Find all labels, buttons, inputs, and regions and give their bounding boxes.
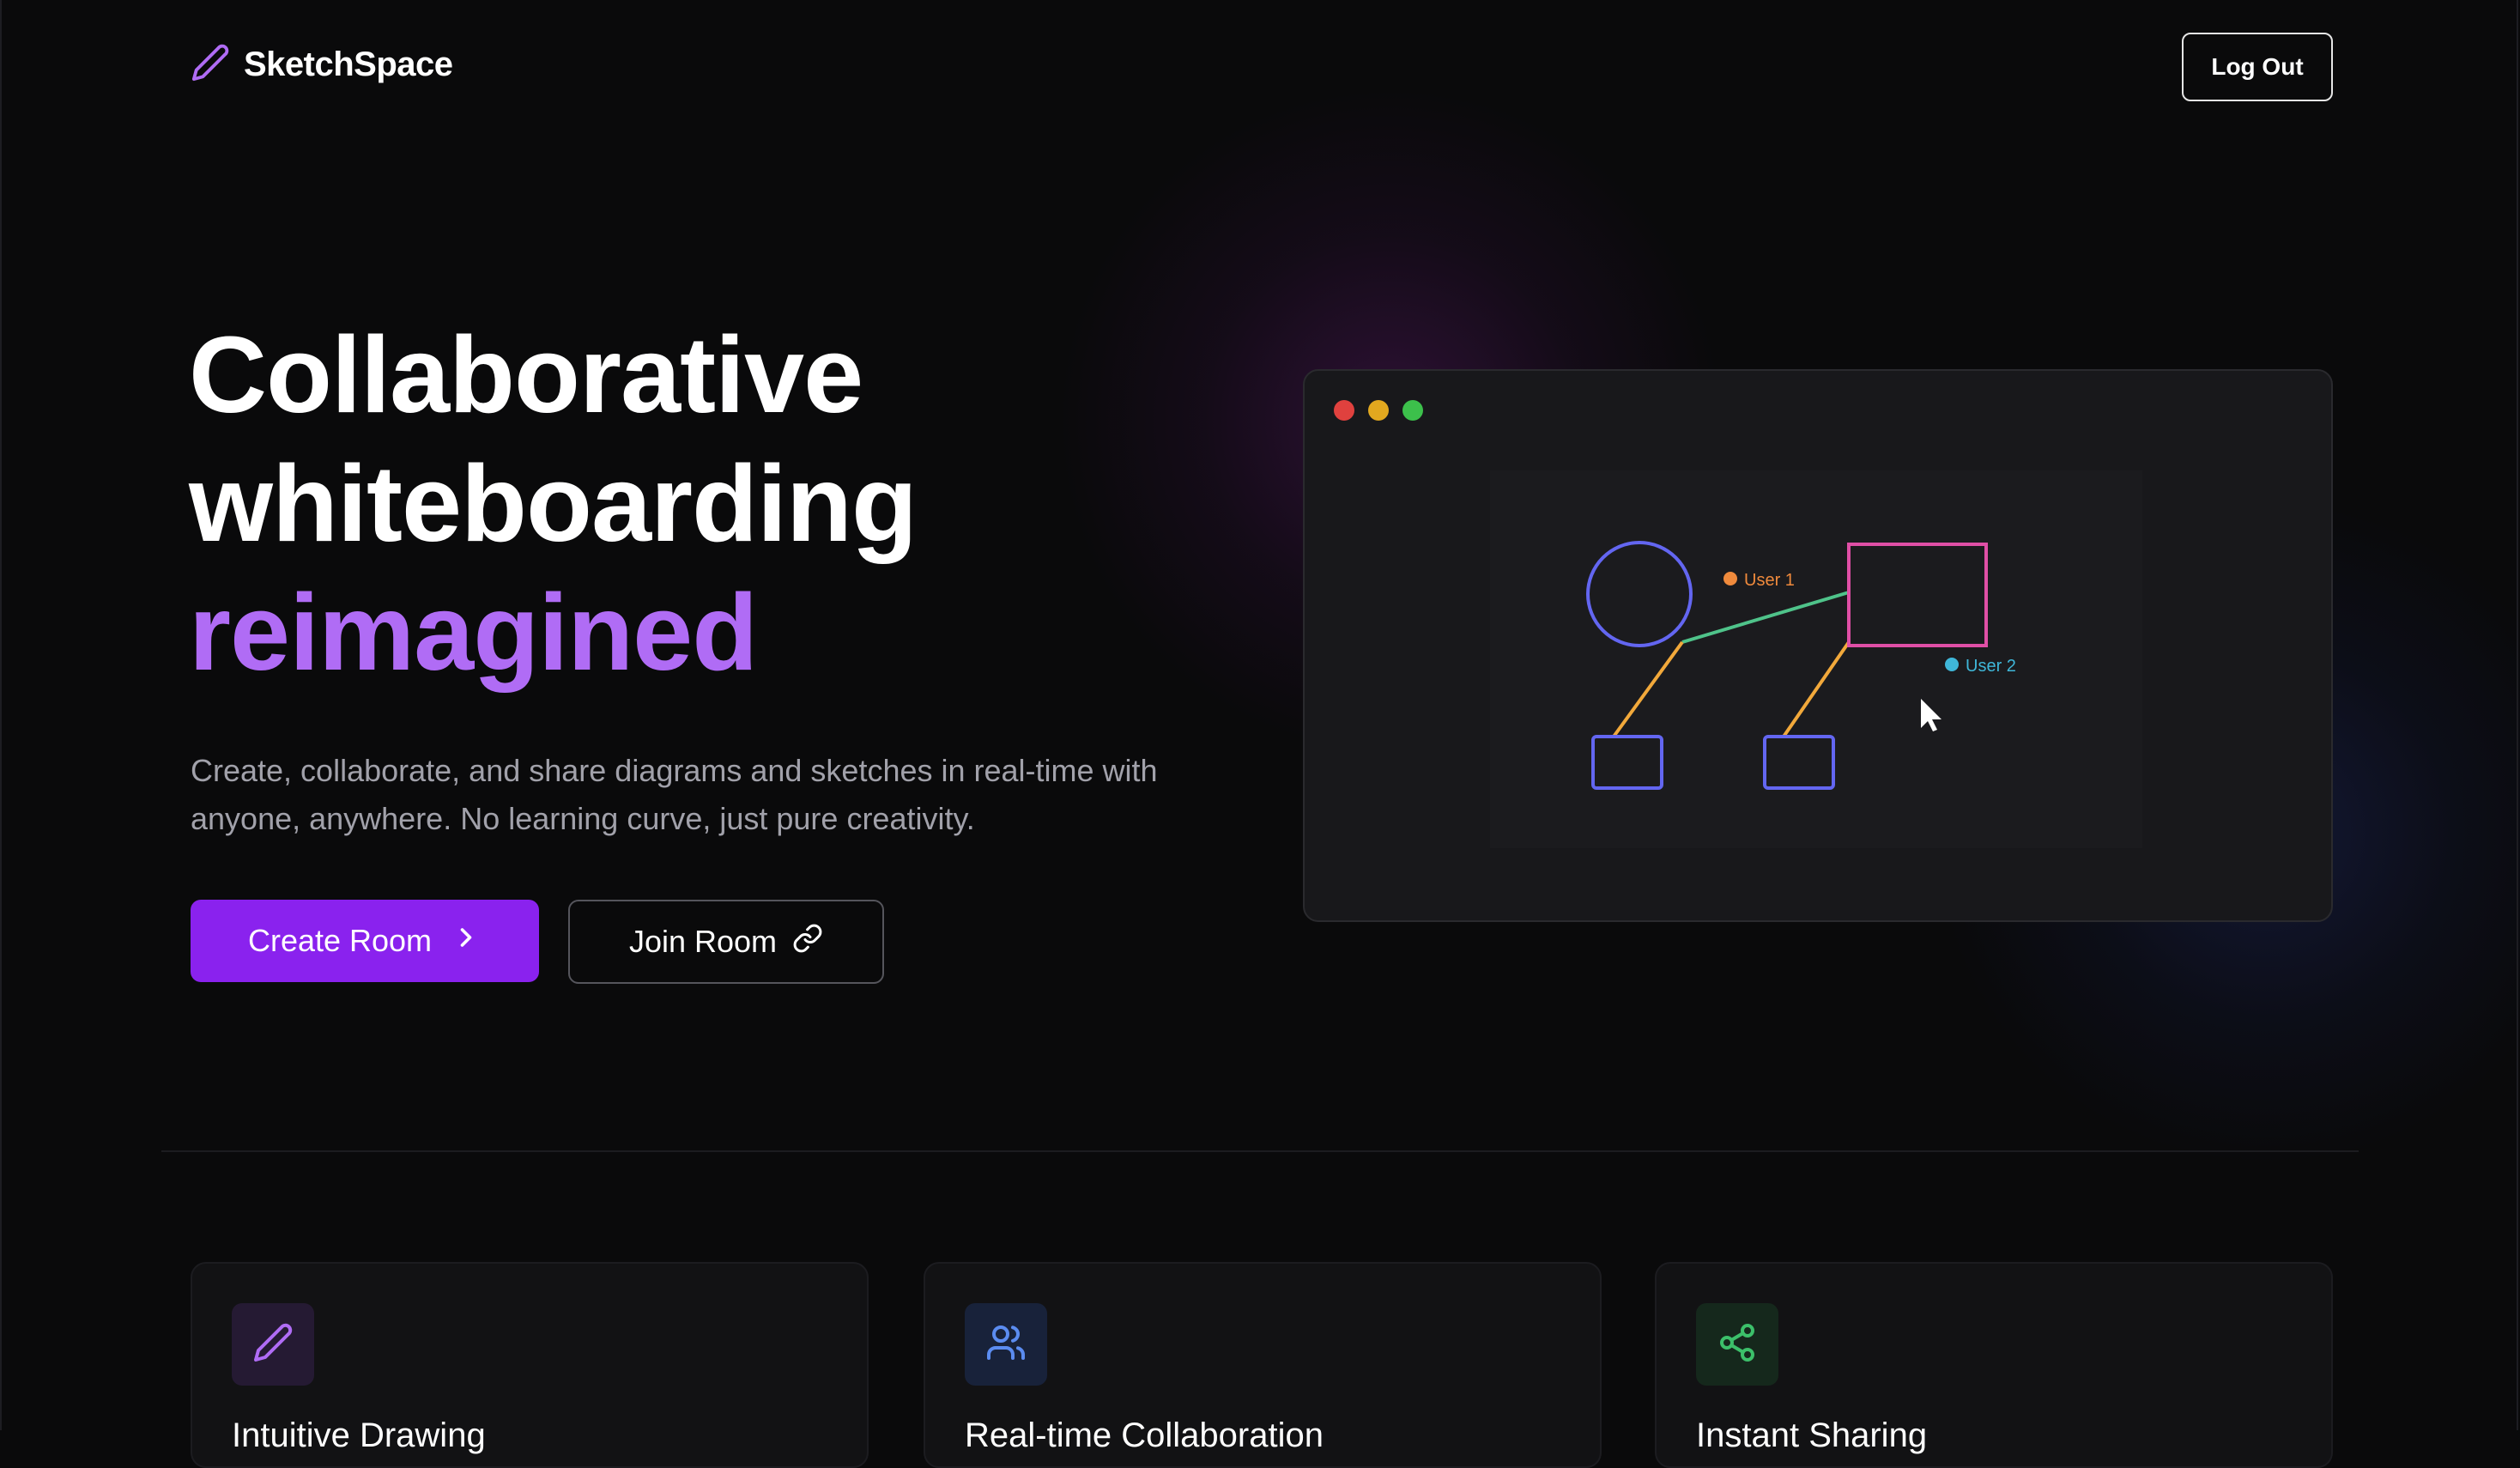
window-controls [1334,400,1423,421]
feature-card-sharing: Instant Sharing [1655,1262,2333,1468]
hero-subtitle: Create, collaborate, and share diagrams … [191,753,1158,836]
chevron-right-icon [451,922,482,961]
feature-card-collaboration: Real-time Collaboration [924,1262,1602,1468]
hero-title-line-2: whiteboarding [189,443,918,564]
logout-button[interactable]: Log Out [2182,33,2333,101]
feature-icon-box [965,1303,1047,1386]
pencil-icon [252,1322,294,1368]
close-dot [1334,400,1354,421]
rectangle-shape [1847,543,1988,647]
connector-line-left [1612,640,1684,738]
hero-title: Collaborative whiteboarding reimagined [189,311,918,697]
maximize-dot [1402,400,1423,421]
user2-cursor-dot [1945,658,1959,671]
users-icon [985,1322,1027,1368]
box-right [1763,735,1835,790]
hero-title-line-1: Collaborative [189,314,863,435]
section-divider [161,1150,2359,1152]
whiteboard-drawing: User 1 User 2 [1586,541,2016,790]
feature-title: Instant Sharing [1696,1416,1928,1454]
create-room-label: Create Room [247,923,433,958]
feature-title: Intuitive Drawing [232,1416,486,1454]
feature-icon-box [232,1303,314,1386]
link-icon [792,923,823,961]
brand-logo[interactable]: SketchSpace [191,43,453,87]
user2-label: User 2 [1966,657,2016,676]
hero-title-accent: reimagined [189,572,758,693]
connector-line-right [1782,640,1851,738]
whiteboard-preview: User 1 User 2 [1303,369,2333,922]
mouse-pointer-icon [1921,699,1941,731]
user1-cursor-dot [1723,572,1737,585]
join-room-label: Join Room [628,924,778,959]
join-room-button[interactable]: Join Room [568,900,884,984]
circle-shape [1586,541,1693,647]
minimize-dot [1368,400,1389,421]
feature-card-drawing: Intuitive Drawing [191,1262,869,1468]
feature-title: Real-time Collaboration [965,1416,1324,1454]
link-line [1681,591,1850,644]
brand-name: SketchSpace [244,45,453,83]
box-left [1591,735,1663,790]
user1-label: User 1 [1744,571,1795,590]
pencil-icon [191,43,230,87]
feature-icon-box [1696,1303,1778,1386]
whiteboard-canvas[interactable]: User 1 User 2 [1490,470,2142,848]
share-icon [1717,1322,1758,1368]
create-room-button[interactable]: Create Room [191,900,539,982]
